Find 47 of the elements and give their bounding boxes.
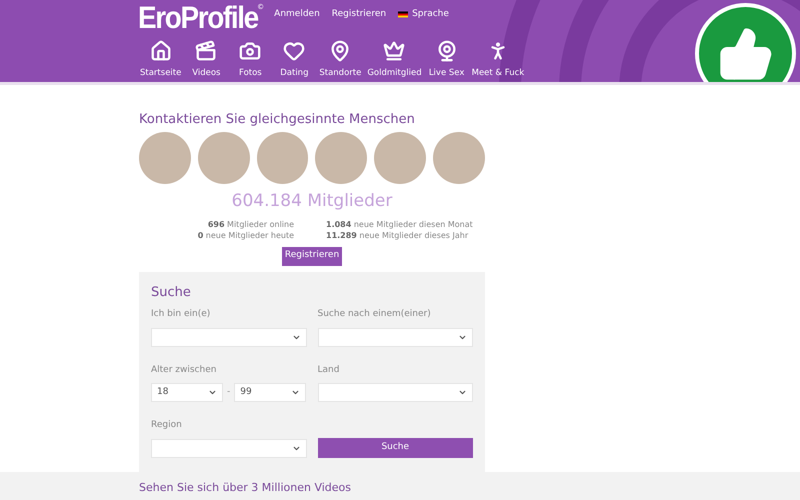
- field-label: Suche nach einem(einer): [318, 308, 432, 321]
- nav-item[interactable]: Goldmitglied: [364, 40, 425, 80]
- chevron-down-icon: [458, 388, 467, 397]
- select-field[interactable]: [318, 328, 473, 346]
- stat-text: 11.289 neue Mitglieder dieses Jahr: [326, 230, 468, 240]
- search-button[interactable]: Suche: [318, 438, 473, 458]
- nav-item[interactable]: Videos: [184, 40, 228, 80]
- select-field[interactable]: 18: [151, 383, 223, 402]
- videos-heading: Sehen Sie sich über 3 Millionen Videos: [139, 480, 352, 496]
- flag-icon: [398, 11, 408, 18]
- nav-item[interactable]: Startseite: [137, 40, 184, 80]
- section-title: Kontaktieren Sie gleichgesinnte Menschen: [139, 112, 416, 128]
- member-count: 604.184 Mitglieder: [230, 190, 394, 213]
- select-field[interactable]: [151, 438, 306, 458]
- header-link[interactable]: Registrieren: [332, 8, 386, 22]
- select-field[interactable]: [318, 383, 473, 402]
- range-separator: -: [227, 386, 230, 399]
- field-label: Land: [318, 364, 340, 376]
- map-pin-icon: [329, 40, 352, 62]
- nav-item[interactable]: Live Sex: [424, 40, 469, 80]
- header-link[interactable]: Anmelden: [274, 8, 320, 22]
- select-field[interactable]: 99: [234, 383, 306, 402]
- register-button[interactable]: Registrieren: [282, 246, 342, 266]
- field-label: Region: [151, 419, 183, 432]
- field-label: Alter zwischen: [151, 364, 218, 376]
- search-title: Suche: [151, 284, 192, 302]
- webcam-icon: [436, 40, 458, 62]
- chevron-down-icon: [291, 388, 300, 397]
- nav-item[interactable]: Meet & Fuck: [468, 40, 528, 80]
- avatar-placeholder[interactable]: [433, 132, 485, 184]
- heart-icon: [283, 40, 306, 62]
- clapperboard-icon: [195, 40, 218, 62]
- language-link[interactable]: Sprache: [412, 8, 449, 22]
- nav-item[interactable]: Standorte: [316, 40, 364, 80]
- home-icon: [150, 40, 172, 62]
- stat-text: 696 Mitglieder online: [208, 218, 294, 230]
- field-label: Ich bin ein(e): [151, 308, 212, 321]
- nav-item[interactable]: Dating: [272, 40, 316, 80]
- stat-text: 0 neue Mitglieder heute: [198, 230, 294, 240]
- site-logo[interactable]: EroProfile: [138, 2, 258, 33]
- chevron-down-icon: [208, 388, 217, 397]
- avatar-placeholder[interactable]: [139, 132, 191, 184]
- select-field[interactable]: [151, 328, 306, 346]
- crown-icon: [383, 40, 406, 62]
- stat-text: 1.084 neue Mitglieder diesen Monat: [326, 218, 473, 230]
- camera-icon: [239, 40, 262, 62]
- nav-item[interactable]: Fotos: [228, 40, 272, 80]
